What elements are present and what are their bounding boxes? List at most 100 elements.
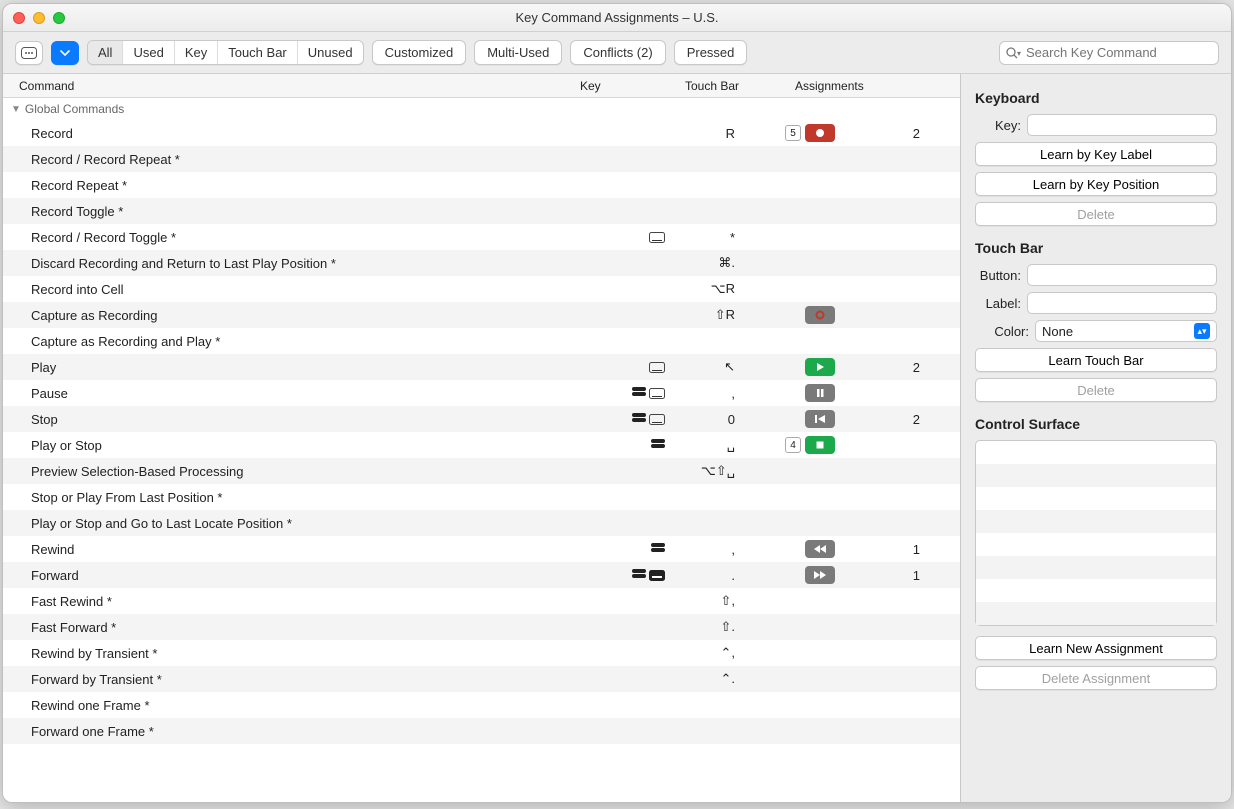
filter-segment: All Used Key Touch Bar Unused xyxy=(87,40,364,65)
table-row[interactable]: Rewind one Frame * xyxy=(3,692,960,718)
table-row[interactable]: Record into Cell⌥R xyxy=(3,276,960,302)
key-shortcut: 0 xyxy=(673,412,743,427)
table-row[interactable]: Forward one Frame * xyxy=(3,718,960,744)
keyboard-outline-icon xyxy=(649,232,665,243)
touch-bar-cell xyxy=(743,410,853,428)
delete-assignment-button[interactable]: Delete Assignment xyxy=(975,666,1217,690)
keyboard-delete-button[interactable]: Delete xyxy=(975,202,1217,226)
table-row[interactable]: Play or Stop␣4 xyxy=(3,432,960,458)
table-row[interactable]: Record / Record Repeat * xyxy=(3,146,960,172)
table-row[interactable]: Forward.1 xyxy=(3,562,960,588)
key-shortcut: , xyxy=(673,386,743,401)
filter-key[interactable]: Key xyxy=(175,41,218,64)
filter-used[interactable]: Used xyxy=(123,41,174,64)
table-row[interactable]: Record Repeat * xyxy=(3,172,960,198)
command-name: Discard Recording and Return to Last Pla… xyxy=(31,256,579,271)
header-command[interactable]: Command xyxy=(15,79,580,93)
keyboard-section-title: Keyboard xyxy=(975,90,1217,106)
filter-all[interactable]: All xyxy=(88,41,123,64)
key-modifier-icons xyxy=(579,362,673,373)
table-row[interactable]: Stop or Play From Last Position * xyxy=(3,484,960,510)
header-touch-bar[interactable]: Touch Bar xyxy=(685,79,795,93)
table-row[interactable]: Preview Selection-Based Processing⌥⇧␣ xyxy=(3,458,960,484)
touchbar-button-input[interactable] xyxy=(1027,264,1217,286)
conflicts-button[interactable]: Conflicts (2) xyxy=(570,40,665,65)
table-row[interactable]: Record / Record Toggle ** xyxy=(3,224,960,250)
keyset-stack-icon xyxy=(651,543,665,555)
touch-bar-cell xyxy=(743,566,853,584)
button-field-label: Button: xyxy=(975,268,1021,283)
customized-button[interactable]: Customized xyxy=(372,40,467,65)
search-input[interactable] xyxy=(999,41,1219,65)
command-list[interactable]: ▼ Global Commands RecordR52Record / Reco… xyxy=(3,98,960,802)
touchbar-delete-button[interactable]: Delete xyxy=(975,378,1217,402)
command-name: Record Toggle * xyxy=(31,204,579,219)
disclosure-triangle-icon[interactable]: ▼ xyxy=(11,104,21,115)
key-input[interactable] xyxy=(1027,114,1217,136)
search-menu-chevron-icon[interactable]: ▾ xyxy=(1017,49,1021,58)
options-menu-button[interactable] xyxy=(15,41,43,65)
select-stepper-icon: ▴▾ xyxy=(1194,323,1210,339)
key-shortcut: ⇧, xyxy=(673,593,743,609)
touch-bar-stop-prev-icon xyxy=(805,410,835,428)
key-shortcut: ⌃. xyxy=(673,671,743,687)
header-key[interactable]: Key xyxy=(580,79,685,93)
label-field-label: Label: xyxy=(975,296,1021,311)
table-row[interactable]: Capture as Recording and Play * xyxy=(3,328,960,354)
touchbar-section-title: Touch Bar xyxy=(975,240,1217,256)
table-row[interactable]: Play or Stop and Go to Last Locate Posit… xyxy=(3,510,960,536)
group-header[interactable]: ▼ Global Commands xyxy=(3,98,960,120)
table-row[interactable]: Fast Forward *⇧. xyxy=(3,614,960,640)
table-row[interactable]: Rewind,1 xyxy=(3,536,960,562)
command-name: Forward one Frame * xyxy=(31,724,579,739)
key-shortcut: ␣ xyxy=(673,437,743,453)
touch-bar-cell xyxy=(743,384,853,402)
filter-unused[interactable]: Unused xyxy=(298,41,363,64)
touch-bar-cell: 5 xyxy=(743,124,853,142)
command-name: Record / Record Toggle * xyxy=(31,230,579,245)
table-row[interactable]: Stop02 xyxy=(3,406,960,432)
titlebar: Key Command Assignments – U.S. xyxy=(3,4,1231,32)
learn-by-key-label-button[interactable]: Learn by Key Label xyxy=(975,142,1217,166)
key-field-label: Key: xyxy=(975,118,1021,133)
inspector-sidebar: Keyboard Key: Learn by Key Label Learn b… xyxy=(961,74,1231,802)
command-name: Rewind one Frame * xyxy=(31,698,579,713)
window-close-button[interactable] xyxy=(13,12,25,24)
window-minimize-button[interactable] xyxy=(33,12,45,24)
touchbar-label-input[interactable] xyxy=(1027,292,1217,314)
table-row[interactable]: Play ↖ 2 xyxy=(3,354,960,380)
table-row[interactable]: Capture as Recording⇧R xyxy=(3,302,960,328)
search-field[interactable]: ▾ xyxy=(999,41,1219,65)
learn-by-key-position-button[interactable]: Learn by Key Position xyxy=(975,172,1217,196)
pressed-button[interactable]: Pressed xyxy=(674,40,748,65)
key-modifier-icons xyxy=(579,569,673,581)
command-name: Preview Selection-Based Processing xyxy=(31,464,579,479)
window-title: Key Command Assignments – U.S. xyxy=(3,10,1231,25)
dropdown-toggle-button[interactable] xyxy=(51,41,79,65)
control-surface-list[interactable] xyxy=(975,440,1217,626)
filter-touch-bar[interactable]: Touch Bar xyxy=(218,41,298,64)
command-name: Play xyxy=(31,360,579,375)
table-row[interactable]: Record Toggle * xyxy=(3,198,960,224)
learn-new-assignment-button[interactable]: Learn New Assignment xyxy=(975,636,1217,660)
header-assignments[interactable]: Assignments xyxy=(795,79,948,93)
touch-bar-cell: 4 xyxy=(743,436,853,454)
table-row[interactable]: Discard Recording and Return to Last Pla… xyxy=(3,250,960,276)
key-shortcut: R xyxy=(673,126,743,141)
table-row[interactable]: Forward by Transient * ⌃. xyxy=(3,666,960,692)
key-shortcut: ↖ xyxy=(673,359,743,375)
window-zoom-button[interactable] xyxy=(53,12,65,24)
key-shortcut: ⌥R xyxy=(673,281,743,297)
ellipsis-icon xyxy=(21,47,37,59)
table-row[interactable]: Rewind by Transient *⌃, xyxy=(3,640,960,666)
touchbar-color-select[interactable]: None ▴▾ xyxy=(1035,320,1217,342)
table-row[interactable]: Fast Rewind *⇧, xyxy=(3,588,960,614)
command-name: Pause xyxy=(31,386,579,401)
command-name: Forward by Transient * xyxy=(31,672,579,687)
assignments-count: 2 xyxy=(853,360,948,375)
multi-used-button[interactable]: Multi-Used xyxy=(474,40,562,65)
table-row[interactable]: RecordR52 xyxy=(3,120,960,146)
table-row[interactable]: Pause, xyxy=(3,380,960,406)
learn-touch-bar-button[interactable]: Learn Touch Bar xyxy=(975,348,1217,372)
keyboard-outline-icon xyxy=(649,388,665,399)
